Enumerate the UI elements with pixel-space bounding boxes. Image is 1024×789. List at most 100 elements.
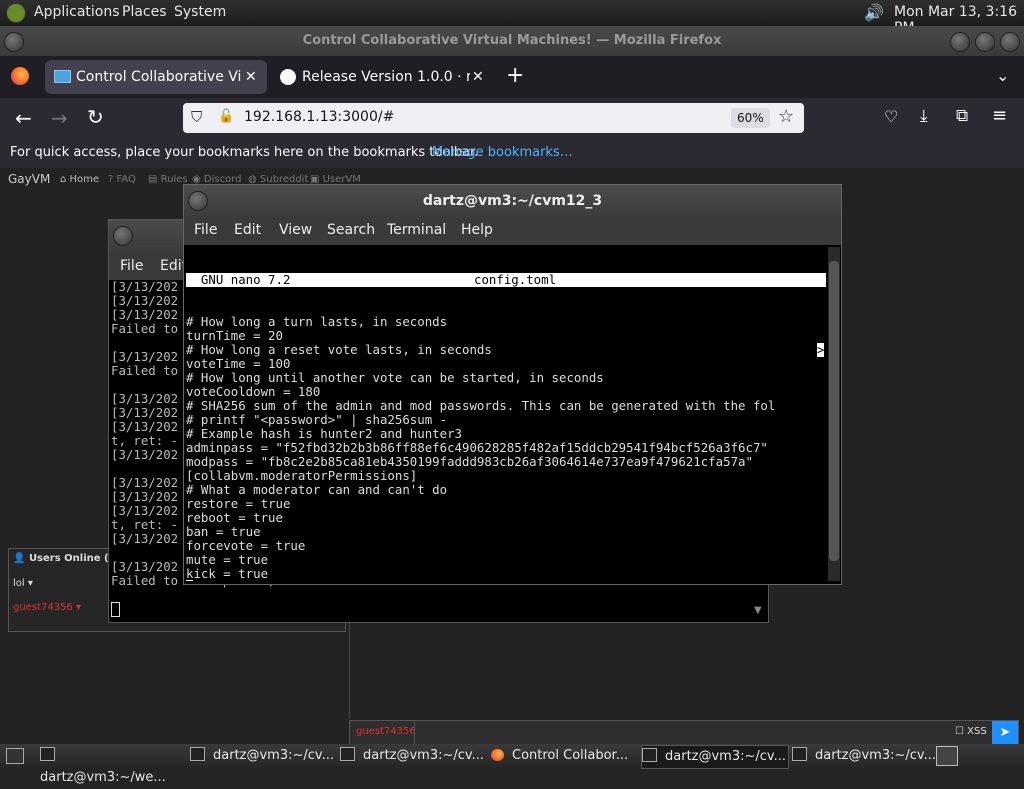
nano-line: [collabvm.moderatorPermissions] [186, 468, 418, 483]
menu-file[interactable]: File [194, 222, 217, 238]
taskbar-item[interactable]: dartz@vm3:~/cv... [641, 745, 789, 769]
bookmarks-hint: For quick access, place your bookmarks h… [10, 145, 479, 160]
tab-label: Control Collaborative Virtua [76, 69, 242, 85]
site-brand[interactable]: GayVM [8, 172, 50, 186]
scroll-thumb[interactable] [829, 261, 839, 561]
chat-input-bar[interactable]: guest74356 ☐ XSS ➤ [349, 720, 1019, 745]
nav-home-label: Home [69, 174, 100, 185]
taskbar-item-label: dartz@vm3:~/cv... [815, 748, 936, 763]
terminal-icon [40, 747, 55, 761]
user-icon: 👤 [13, 553, 26, 564]
taskbar-item[interactable]: dartz@vm3:~/we... [40, 745, 186, 785]
close-window-button[interactable] [1000, 32, 1020, 52]
forward-icon[interactable]: → [51, 106, 68, 130]
nano-editor[interactable]: GNU nano 7.2 config.toml # How long a tur… [186, 245, 826, 581]
menu-help[interactable]: Help [461, 222, 493, 238]
new-tab-icon[interactable]: + [506, 63, 524, 88]
user-item-lol[interactable]: lol ▾ [13, 578, 33, 589]
workspace-switcher-icon[interactable] [936, 746, 958, 766]
minimize-button[interactable] [950, 32, 970, 52]
window-title: Control Collaborative Virtual Machines! … [302, 33, 722, 48]
nav-rules[interactable]: ▤ Rules [148, 174, 188, 185]
firefox-menu-icon[interactable] [11, 67, 29, 85]
line-overflow-marker: > [817, 343, 825, 357]
reload-icon[interactable]: ↻ [87, 105, 104, 129]
menu-view[interactable]: View [279, 222, 312, 238]
applications-menu[interactable]: Applications [34, 4, 120, 20]
url-text[interactable]: 192.168.1.13:3000/# [244, 109, 394, 125]
taskbar-item[interactable]: dartz@vm3:~/cv... [340, 745, 486, 767]
close-tab-icon[interactable]: ✕ [245, 60, 257, 94]
nano-line: kick = true [186, 566, 269, 581]
terminal-window-front[interactable]: dartz@vm3:~/cvm12_3 File Edit View Searc… [183, 184, 842, 585]
taskbar-item-label: dartz@vm3:~/cv... [665, 749, 786, 764]
xss-label: XSS [967, 726, 987, 737]
taskbar-item-label: dartz@vm3:~/we... [40, 770, 166, 785]
tab-release[interactable]: Release Version 1.0.0 · rasp ✕ [272, 60, 490, 94]
terminal-icon [340, 747, 355, 761]
close-tab-icon[interactable]: ✕ [472, 60, 484, 94]
window-menu-button[interactable] [188, 191, 208, 211]
nano-line: voteTime = 100 [186, 356, 291, 371]
bookmarks-toolbar: For quick access, place your bookmarks h… [0, 140, 1024, 168]
nano-line: # How long until another vote can be sta… [186, 370, 604, 385]
hamburger-menu-icon[interactable]: ≡ [992, 105, 1007, 126]
menu-search[interactable]: Search [327, 222, 375, 238]
menu-terminal[interactable]: Terminal [387, 222, 446, 238]
downloads-icon[interactable]: ⤓ [920, 106, 928, 126]
nano-version: GNU nano 7.2 [186, 272, 291, 287]
show-desktop-icon[interactable] [6, 748, 24, 764]
top-panel: Applications Places System 🔊 Mon Mar 13,… [0, 0, 1024, 36]
send-button[interactable]: ➤ [992, 721, 1018, 744]
nano-titlebar: GNU nano 7.2 config.toml [186, 273, 826, 287]
nano-line: # How long a turn lasts, in seconds [186, 314, 448, 329]
terminal-scrollbar[interactable] [828, 247, 840, 581]
taskbar-item-label: Control Collabor... [512, 748, 629, 763]
nano-buffer[interactable]: # How long a turn lasts, in seconds turnT… [186, 315, 826, 581]
terminal-titlebar[interactable]: dartz@vm3:~/cvm12_3 [184, 185, 841, 217]
manage-bookmarks-link[interactable]: Manage bookmarks… [432, 140, 573, 166]
nano-line: turnTime = 20 [186, 328, 283, 343]
xss-checkbox[interactable]: ☐ XSS [955, 726, 987, 737]
taskbar-item[interactable]: dartz@vm3:~/cv... [792, 745, 938, 767]
menu-file[interactable]: File [120, 258, 143, 274]
maximize-button[interactable] [975, 32, 995, 52]
terminal-icon [792, 747, 807, 761]
nano-line: modpass = "fb8c2e2b85ca81eb4350199faddd9… [186, 454, 753, 469]
bookmark-star-icon[interactable]: ☆ [778, 106, 794, 127]
terminal-cursor [111, 602, 120, 617]
nano-line: # How long a reset vote lasts, in second… [186, 342, 492, 357]
chat-username-divider [414, 721, 415, 744]
taskbar-item[interactable]: Control Collabor... [491, 745, 637, 767]
nav-faq[interactable]: ? FAQ [108, 174, 136, 185]
tab-collabvm[interactable]: Control Collaborative Virtua ✕ [45, 60, 267, 94]
scroll-down-icon[interactable]: ▼ [754, 605, 762, 616]
nav-home[interactable]: ⌂ Home [60, 174, 99, 185]
nano-line: # SHA256 sum of the admin and mod passwo… [186, 398, 776, 413]
menu-edit[interactable]: Edit [234, 222, 261, 238]
system-menu[interactable]: System [174, 4, 226, 20]
volume-icon[interactable]: 🔊 [864, 3, 884, 22]
taskbar-item[interactable]: dartz@vm3:~/cv... [190, 745, 336, 767]
terminal-icon [190, 747, 205, 761]
extensions-icon[interactable]: ⧉ [956, 106, 968, 126]
url-bar[interactable]: ⛉ 🔓 192.168.1.13:3000/# 60% ☆ [183, 103, 804, 133]
back-icon[interactable]: ← [15, 106, 32, 130]
shield-icon[interactable]: ⛉ [191, 108, 202, 126]
list-tabs-icon[interactable]: ⌄ [996, 66, 1009, 85]
nano-line: forcevote = true [186, 538, 306, 553]
user-item-guest[interactable]: guest74356 ▾ [13, 602, 81, 613]
terminal-icon [642, 748, 657, 762]
places-menu[interactable]: Places [122, 4, 167, 20]
lock-icon[interactable]: 🔓 [218, 109, 234, 124]
gnome-foot-icon[interactable] [6, 3, 26, 23]
taskbar-item-label: dartz@vm3:~/cv... [213, 748, 334, 763]
window-menu-button[interactable] [113, 226, 133, 246]
firefox-icon [491, 749, 504, 761]
save-to-pocket-icon[interactable]: ♡ [884, 107, 898, 126]
taskbar-item-label: dartz@vm3:~/cv... [363, 748, 484, 763]
nano-line: adminpass = "f52fbd32b2b3b86ff88ef6c4906… [186, 440, 768, 455]
taskbar: dartz@vm3:~/we... dartz@vm3:~/cv... dartz@… [0, 744, 1024, 785]
nano-line: voteCooldown = 180 [186, 384, 321, 399]
zoom-badge[interactable]: 60% [731, 108, 770, 128]
